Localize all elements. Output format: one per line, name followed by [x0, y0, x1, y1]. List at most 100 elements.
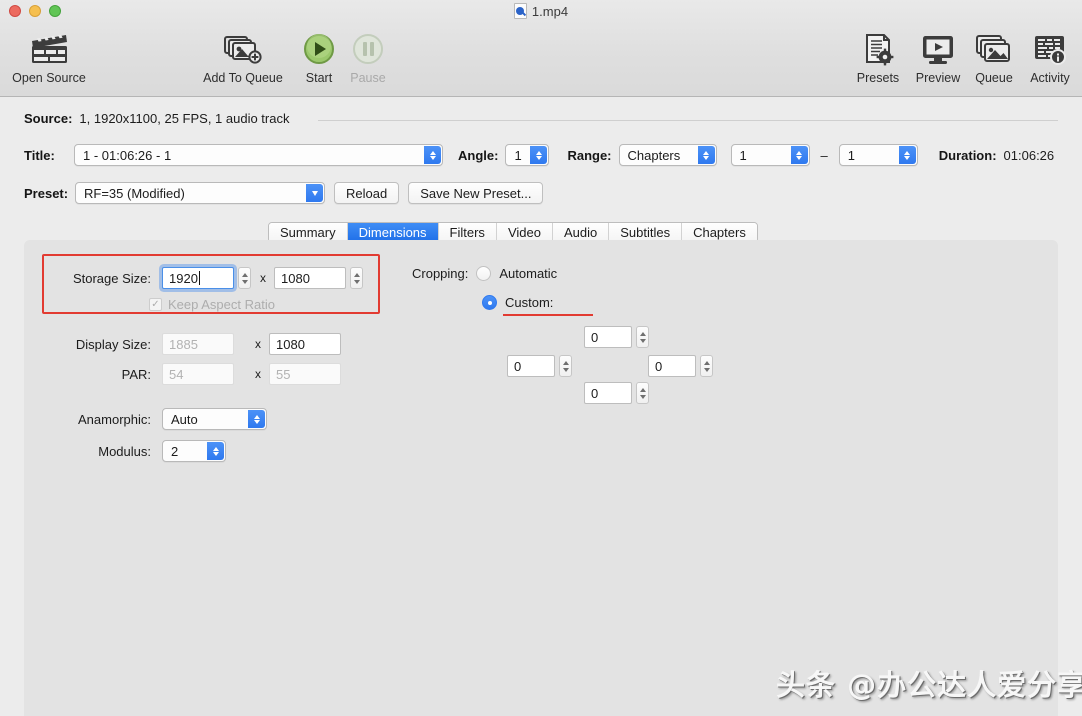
- par-label: PAR:: [121, 366, 151, 382]
- storage-size-height-value: 1080: [281, 270, 310, 286]
- toolbar-open-source[interactable]: Open Source: [9, 30, 89, 85]
- keep-aspect-ratio-checkbox[interactable]: ✓: [149, 298, 162, 311]
- keep-aspect-ratio-label: Keep Aspect Ratio: [168, 297, 275, 312]
- range-mode-value: Chapters: [627, 147, 681, 163]
- crop-right-row: 0: [648, 355, 713, 377]
- crop-left-input[interactable]: 0: [507, 355, 555, 377]
- crop-top-stepper[interactable]: [636, 326, 649, 348]
- crop-top-row: 0: [584, 326, 649, 348]
- toolbar-activity[interactable]: Activity: [1021, 30, 1079, 85]
- range-label: Range:: [567, 147, 612, 163]
- range-from-value: 1: [739, 147, 747, 163]
- cropping-row: Cropping: Automatic: [412, 266, 557, 281]
- activity-log-icon: [1033, 30, 1067, 68]
- range-from-chevron-icon[interactable]: [790, 146, 808, 164]
- source-row: Source: 1, 1920x1100, 25 FPS, 1 audio tr…: [24, 111, 289, 126]
- cropping-custom-underline: [503, 314, 593, 316]
- range-to-value: 1: [847, 147, 855, 163]
- title-popup[interactable]: 1 - 01:06:26 - 1: [74, 144, 443, 166]
- storage-size-width-stepper[interactable]: [238, 267, 251, 289]
- toolbar-add-to-queue-label: Add To Queue: [203, 71, 283, 85]
- storage-size-x-separator: x: [260, 271, 266, 285]
- angle-label: Angle:: [458, 147, 499, 163]
- angle-popup[interactable]: 1: [505, 144, 550, 166]
- modulus-row: Modulus: 2: [51, 440, 226, 462]
- crop-bottom-input[interactable]: 0: [584, 382, 632, 404]
- monitor-play-icon: [920, 30, 956, 68]
- dimensions-panel: Storage Size: 1920 x 1080 ✓ Keep Aspect …: [24, 240, 1058, 716]
- cropping-automatic-radio[interactable]: [476, 266, 492, 281]
- cropping-custom-radio[interactable]: [482, 295, 497, 310]
- angle-popup-value: 1: [514, 147, 522, 163]
- storage-size-width-input[interactable]: 1920: [162, 267, 234, 289]
- range-to-popup[interactable]: 1: [838, 144, 918, 166]
- queue-stack-icon: [975, 30, 1013, 68]
- toolbar-add-to-queue[interactable]: Add To Queue: [193, 30, 293, 85]
- storage-size-height-input[interactable]: 1080: [274, 267, 346, 289]
- display-size-width-value: 1885: [169, 336, 198, 352]
- angle-popup-chevron-icon[interactable]: [530, 146, 548, 164]
- display-size-label: Display Size:: [75, 336, 151, 352]
- window-title: 1.mp4: [531, 3, 569, 19]
- crop-right-value: 0: [655, 358, 663, 374]
- range-mode-chevron-icon[interactable]: [697, 146, 715, 164]
- add-to-queue-icon: [223, 30, 263, 68]
- crop-bottom-value: 0: [591, 385, 599, 401]
- crop-bottom-row: 0: [584, 382, 649, 404]
- source-label: Source:: [24, 111, 73, 126]
- reload-preset-button[interactable]: Reload: [334, 182, 400, 204]
- cropping-automatic-label: Automatic: [499, 266, 558, 281]
- par-width-value: 54: [169, 366, 184, 382]
- modulus-label: Modulus:: [98, 443, 151, 459]
- toolbar-start-label: Start: [305, 71, 333, 85]
- clapperboard-icon: [28, 30, 70, 68]
- modulus-popup[interactable]: 2: [162, 440, 226, 462]
- range-to-chevron-icon[interactable]: [898, 146, 916, 164]
- toolbar-preview[interactable]: Preview: [907, 30, 969, 85]
- toolbar-presets[interactable]: Presets: [849, 30, 907, 85]
- anamorphic-value: Auto: [171, 411, 198, 427]
- modulus-chevron-icon[interactable]: [207, 442, 224, 460]
- display-size-height-input[interactable]: 1080: [269, 333, 341, 355]
- toolbar-start[interactable]: Start: [295, 30, 343, 85]
- crop-left-stepper[interactable]: [559, 355, 572, 377]
- storage-size-height-stepper[interactable]: [350, 267, 363, 289]
- crop-right-stepper[interactable]: [700, 355, 713, 377]
- toolbar-open-source-label: Open Source: [12, 71, 86, 85]
- keep-aspect-ratio-row[interactable]: ✓ Keep Aspect Ratio: [149, 297, 275, 312]
- toolbar-activity-label: Activity: [1030, 71, 1070, 85]
- toolbar-queue[interactable]: Queue: [967, 30, 1021, 85]
- source-divider: [318, 120, 1058, 121]
- crop-bottom-stepper[interactable]: [636, 382, 649, 404]
- par-width-input: 54: [162, 363, 234, 385]
- crop-right-input[interactable]: 0: [648, 355, 696, 377]
- preset-popup[interactable]: RF=35 (Modified): [75, 182, 325, 204]
- toolbar-items: Open Source Add To Queue Start Pause Pre…: [0, 24, 1082, 94]
- preset-row: Preset: RF=35 (Modified) Reload Save New…: [24, 182, 544, 204]
- duration-label: Duration:: [938, 147, 997, 163]
- display-size-height-value: 1080: [276, 336, 305, 352]
- par-height-value: 55: [276, 366, 291, 382]
- anamorphic-popup[interactable]: Auto: [162, 408, 267, 430]
- title-row: Title: 1 - 01:06:26 - 1: [24, 144, 443, 166]
- cropping-custom-row[interactable]: Custom:: [482, 295, 553, 310]
- presets-gear-icon: [862, 30, 894, 68]
- toolbar-pause-label: Pause: [350, 71, 386, 85]
- preset-popup-value: RF=35 (Modified): [84, 185, 185, 201]
- anamorphic-chevron-icon[interactable]: [248, 410, 265, 428]
- title-popup-chevron-icon[interactable]: [424, 146, 441, 164]
- cropping-custom-label: Custom:: [505, 295, 554, 310]
- range-from-popup[interactable]: 1: [730, 144, 810, 166]
- crop-left-row: 0: [507, 355, 572, 377]
- toolbar-presets-label: Presets: [856, 71, 900, 85]
- storage-size-row: Storage Size: 1920 x 1080: [51, 267, 363, 289]
- range-dash: –: [820, 147, 828, 163]
- toolbar-pause[interactable]: Pause: [343, 30, 393, 85]
- crop-top-input[interactable]: 0: [584, 326, 632, 348]
- save-new-preset-button[interactable]: Save New Preset...: [408, 182, 544, 204]
- preset-popup-chevron-icon[interactable]: [306, 184, 323, 202]
- range-mode-popup[interactable]: Chapters: [618, 144, 717, 166]
- anamorphic-row: Anamorphic: Auto: [51, 408, 267, 430]
- display-size-x-separator: x: [255, 337, 261, 351]
- display-size-width-input: 1885: [162, 333, 234, 355]
